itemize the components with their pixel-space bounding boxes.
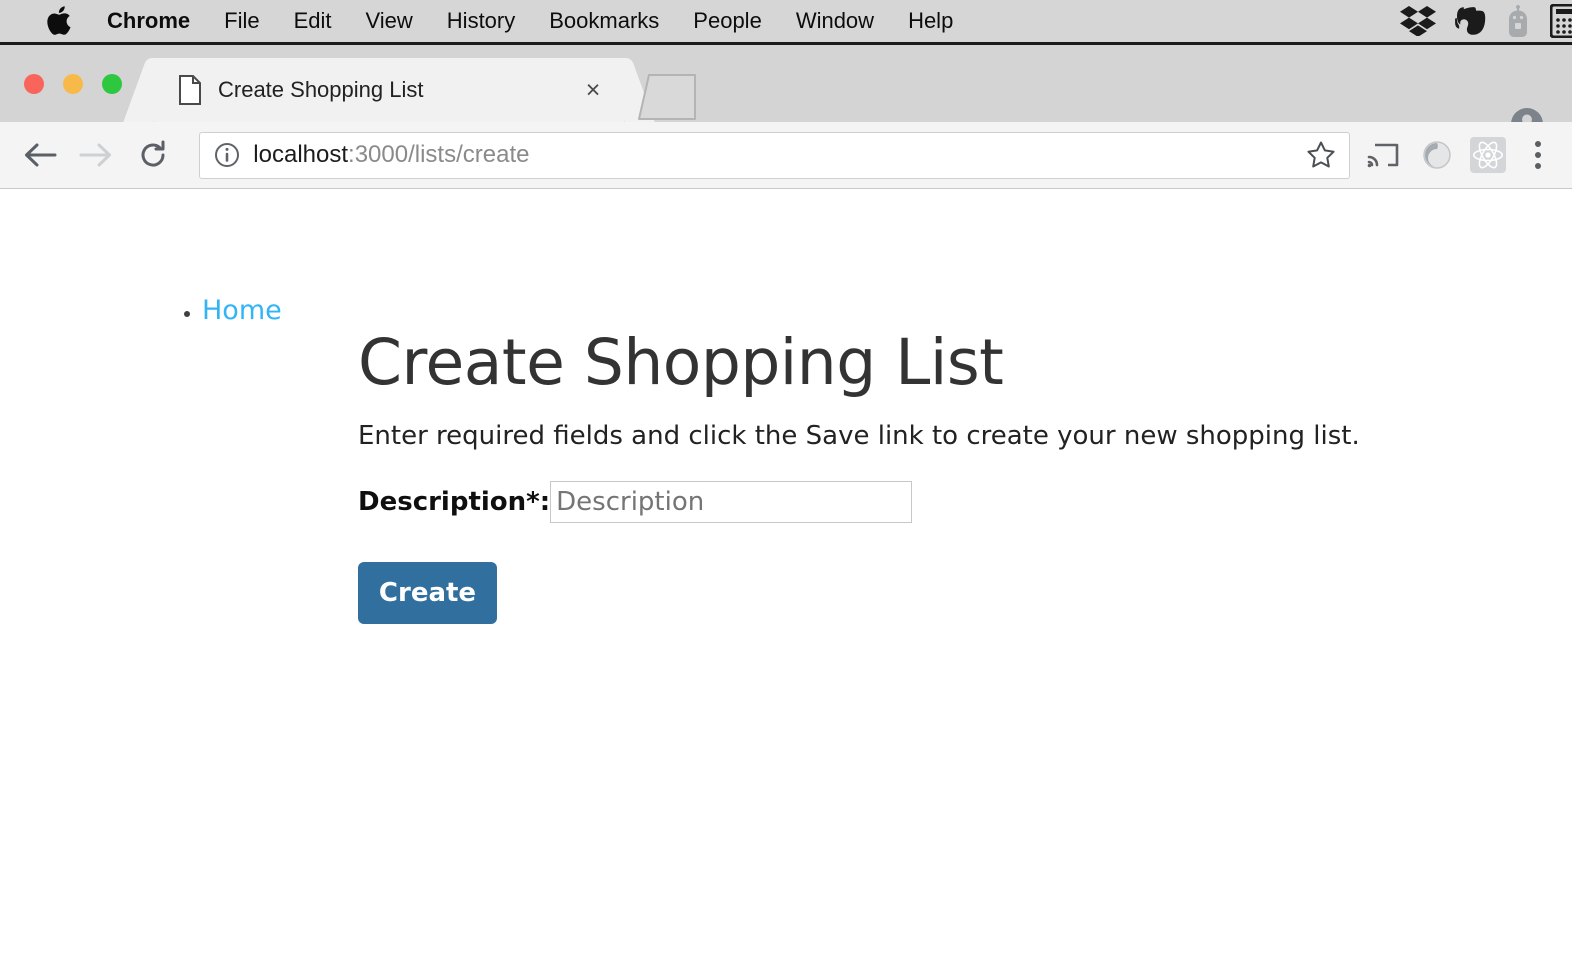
os-menu-tray [1400,4,1572,38]
breadcrumb: Home [176,295,282,326]
browser-toolbar: localhost:3000/lists/create [0,122,1572,189]
description-label: Description*: [358,487,551,518]
page-subtitle: Enter required fields and click the Save… [358,421,1360,452]
address-bar[interactable]: localhost:3000/lists/create [199,131,1350,179]
os-menu-bar: Chrome File Edit View History Bookmarks … [0,0,1572,45]
address-bar-path: :3000/lists/create [348,141,530,168]
three-dot-menu-icon[interactable] [1518,141,1558,169]
os-menu-items: Chrome File Edit View History Bookmarks … [0,0,970,42]
page-title: Create Shopping List [358,326,1004,399]
circle-extension-icon[interactable] [1416,133,1460,177]
os-menu-chrome[interactable]: Chrome [90,0,207,42]
robot-icon[interactable] [1504,5,1532,37]
os-menu-edit[interactable]: Edit [277,0,349,42]
browser-tab[interactable]: Create Shopping List × [154,58,624,122]
main-content: Create Shopping List Enter required fiel… [358,326,1360,625]
os-menu-window[interactable]: Window [779,0,891,42]
os-menu-history[interactable]: History [430,0,532,42]
home-link[interactable]: Home [202,295,282,326]
address-bar-host: localhost [253,141,349,168]
calculator-icon[interactable] [1550,4,1572,38]
cast-icon[interactable] [1361,133,1405,177]
document-icon [178,75,202,105]
apple-logo-icon[interactable] [36,5,82,37]
address-bar-url: localhost:3000/lists/create [253,141,529,169]
back-arrow-icon[interactable] [16,131,64,179]
description-form-row: Description*: [358,481,1360,524]
minimize-window-button[interactable] [63,74,83,94]
close-icon[interactable]: × [576,73,610,107]
window-traffic-lights [24,74,122,94]
description-input[interactable] [550,481,913,524]
page-content: Home Create Shopping List Enter required… [0,190,1572,964]
create-button[interactable]: Create [358,562,497,625]
new-tab-button[interactable] [625,71,697,122]
evernote-icon[interactable] [1454,6,1486,36]
close-window-button[interactable] [24,74,44,94]
os-menu-bookmarks[interactable]: Bookmarks [532,0,676,42]
browser-tab-strip: Create Shopping List × [0,45,1572,141]
maximize-window-button[interactable] [102,74,122,94]
react-devtools-icon[interactable] [1470,137,1507,173]
page-info-icon[interactable] [214,142,240,168]
forward-arrow-icon [72,131,120,179]
dropbox-icon[interactable] [1400,6,1436,36]
os-menu-people[interactable]: People [676,0,779,42]
os-menu-help[interactable]: Help [891,0,970,42]
bookmark-star-icon[interactable] [1301,135,1341,175]
reload-icon[interactable] [130,131,178,179]
os-menu-view[interactable]: View [349,0,430,42]
breadcrumb-item-home: Home [202,295,282,326]
os-menu-file[interactable]: File [207,0,276,42]
browser-tab-title: Create Shopping List [218,77,424,102]
